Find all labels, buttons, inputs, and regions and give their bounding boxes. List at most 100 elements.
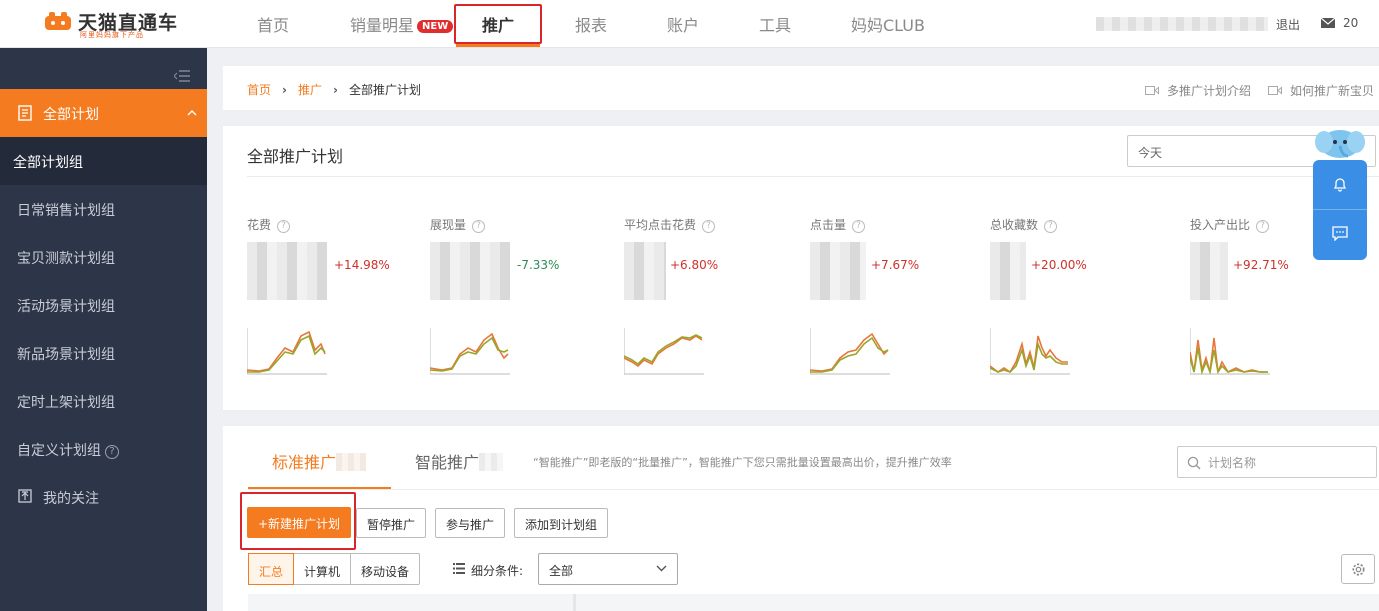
metric-value-blurred bbox=[430, 242, 510, 300]
help-icon[interactable]: ? bbox=[1256, 220, 1270, 233]
metric-favorites[interactable]: 总收藏数? +20.00% bbox=[990, 216, 1160, 386]
video-icon bbox=[1145, 86, 1159, 95]
sidebar-all-plans-label: 全部计划 bbox=[43, 107, 99, 123]
list-icon bbox=[453, 563, 465, 574]
tab-count-blurred bbox=[336, 453, 367, 471]
sidebar-item-new-product[interactable]: 新品场景计划组 bbox=[0, 329, 207, 377]
chevron-down-icon bbox=[656, 565, 667, 572]
plan-list-card: 标准推广 智能推广 “智能推广”即老版的“批量推广”，智能推广下您只需批量设置最… bbox=[223, 426, 1379, 611]
promote-new-item-label: 如何推广新宝贝 bbox=[1290, 84, 1375, 98]
bell-icon[interactable] bbox=[1332, 176, 1348, 192]
sidebar-item-product-test[interactable]: 宝贝测款计划组 bbox=[0, 233, 207, 281]
add-to-group-button[interactable]: 添加到计划组 bbox=[514, 508, 609, 538]
sidebar-all-plans[interactable]: 全部计划 bbox=[0, 89, 207, 137]
tab-label: 智能推广 bbox=[415, 453, 480, 472]
sidebar-item-label: 我的关注 bbox=[43, 491, 99, 507]
logo[interactable]: 天猫直通车 阿里妈妈旗下产品 bbox=[44, 6, 194, 42]
help-icon[interactable]: ? bbox=[472, 220, 486, 233]
metric-impressions[interactable]: 展现量? -7.33% bbox=[430, 216, 600, 386]
help-icon[interactable]: ? bbox=[702, 220, 716, 233]
breadcrumb-home[interactable]: 首页 bbox=[247, 83, 271, 97]
tab-standard-promotion[interactable]: 标准推广 bbox=[272, 449, 367, 473]
metric-value-blurred bbox=[990, 242, 1026, 300]
sidebar-item-label: 宝贝测款计划组 bbox=[17, 251, 115, 267]
sidebar-item-event-scene[interactable]: 活动场景计划组 bbox=[0, 281, 207, 329]
sidebar-item-custom[interactable]: 自定义计划组? bbox=[0, 425, 207, 473]
chevron-up-icon bbox=[187, 110, 197, 116]
metric-change: +14.98% bbox=[334, 258, 390, 272]
top-nav-bar: 天猫直通车 阿里妈妈旗下产品 首页 销量明星 NEW 推广 报表 账户 工具 妈妈… bbox=[0, 0, 1379, 48]
metric-name: 总收藏数 bbox=[990, 218, 1039, 232]
metric-change: +20.00% bbox=[1031, 258, 1087, 272]
help-icon[interactable]: ? bbox=[277, 220, 291, 233]
document-icon bbox=[18, 105, 32, 121]
stats-card: 全部推广计划 今天 花费? +14.98% 展现量? -7.33% 平均点击花费… bbox=[223, 126, 1379, 410]
logout-link[interactable]: 退出 bbox=[1276, 16, 1300, 33]
nav-tools[interactable]: 工具 bbox=[759, 12, 791, 36]
metric-change: +7.67% bbox=[871, 258, 920, 272]
collapse-sidebar-icon[interactable] bbox=[174, 70, 190, 82]
stats-title: 全部推广计划 bbox=[247, 147, 344, 166]
metric-value-blurred bbox=[1190, 242, 1228, 300]
metric-value-blurred bbox=[810, 242, 866, 300]
nav-promote-highlight bbox=[454, 4, 542, 44]
plan-search-input[interactable] bbox=[1208, 453, 1368, 473]
join-button[interactable]: 参与推广 bbox=[435, 508, 506, 538]
nav-reports[interactable]: 报表 bbox=[575, 12, 607, 36]
column-settings-button[interactable] bbox=[1341, 554, 1375, 584]
metric-name: 展现量 bbox=[430, 218, 467, 232]
sidebar-item-label: 新品场景计划组 bbox=[17, 347, 115, 363]
username-blurred bbox=[1096, 17, 1268, 31]
sidebar-item-all-groups[interactable]: 全部计划组 bbox=[0, 137, 207, 185]
help-icon[interactable]: ? bbox=[852, 220, 866, 233]
tmall-logo-icon bbox=[45, 12, 71, 30]
nav-home[interactable]: 首页 bbox=[257, 12, 289, 36]
multi-plan-intro-label: 多推广计划介绍 bbox=[1167, 84, 1252, 98]
tab-count-blurred bbox=[479, 453, 504, 471]
sidebar-item-label: 自定义计划组 bbox=[17, 443, 101, 459]
sidebar: 全部计划 全部计划组 日常销售计划组 宝贝测款计划组 活动场景计划组 新品场景计… bbox=[0, 48, 207, 611]
breadcrumb-promote[interactable]: 推广 bbox=[298, 83, 322, 97]
metric-name: 平均点击花费 bbox=[624, 218, 697, 232]
mascot-elephant-icon[interactable] bbox=[1314, 124, 1368, 162]
nav-sales-star[interactable]: 销量明星 NEW bbox=[350, 12, 454, 36]
chat-icon[interactable] bbox=[1332, 226, 1348, 241]
nav-mama-club[interactable]: 妈妈CLUB bbox=[851, 12, 925, 36]
metric-change: +92.71% bbox=[1233, 258, 1289, 272]
help-icon[interactable]: ? bbox=[1044, 220, 1058, 233]
nav-sales-star-label: 销量明星 bbox=[350, 16, 415, 35]
device-segmented-control: 汇总 计算机 移动设备 bbox=[248, 553, 421, 585]
plan-search[interactable] bbox=[1177, 446, 1377, 478]
upload-box-icon bbox=[18, 489, 32, 503]
promote-new-item-link[interactable]: 如何推广新宝贝 bbox=[1268, 82, 1374, 99]
metric-value-blurred bbox=[624, 242, 666, 300]
tab-smart-promotion[interactable]: 智能推广 bbox=[415, 449, 504, 473]
tab-computer[interactable]: 计算机 bbox=[294, 554, 352, 584]
metric-clicks[interactable]: 点击量? +7.67% bbox=[810, 216, 980, 386]
help-icon[interactable]: ? bbox=[105, 445, 119, 459]
multi-plan-intro-link[interactable]: 多推广计划介绍 bbox=[1145, 82, 1251, 99]
metric-change: -7.33% bbox=[517, 258, 560, 272]
sparkline-chart bbox=[430, 328, 510, 375]
metric-value-blurred bbox=[247, 242, 327, 300]
divider bbox=[1313, 209, 1367, 210]
sidebar-item-label: 全部计划组 bbox=[13, 155, 83, 171]
mail-icon[interactable] bbox=[1321, 18, 1335, 28]
sidebar-item-daily-sales[interactable]: 日常销售计划组 bbox=[0, 185, 207, 233]
sidebar-item-scheduled[interactable]: 定时上架计划组 bbox=[0, 377, 207, 425]
divider bbox=[248, 489, 1379, 490]
tab-summary[interactable]: 汇总 bbox=[248, 553, 295, 585]
nav-account[interactable]: 账户 bbox=[667, 12, 699, 36]
sidebar-item-label: 定时上架计划组 bbox=[17, 395, 115, 411]
pause-button[interactable]: 暂停推广 bbox=[356, 508, 427, 538]
tab-mobile[interactable]: 移动设备 bbox=[351, 554, 419, 584]
metric-cost[interactable]: 花费? +14.98% bbox=[247, 216, 417, 386]
condition-select[interactable]: 全部 bbox=[538, 553, 678, 585]
nav-active-underline bbox=[456, 44, 540, 47]
new-badge: NEW bbox=[417, 20, 454, 33]
breadcrumb-separator-icon: › bbox=[332, 83, 338, 97]
sparkline-chart bbox=[1190, 328, 1270, 375]
metric-avg-cpc[interactable]: 平均点击花费? +6.80% bbox=[624, 216, 794, 386]
sidebar-item-my-follow[interactable]: 我的关注 bbox=[0, 473, 207, 521]
sidebar-item-label: 活动场景计划组 bbox=[17, 299, 115, 315]
